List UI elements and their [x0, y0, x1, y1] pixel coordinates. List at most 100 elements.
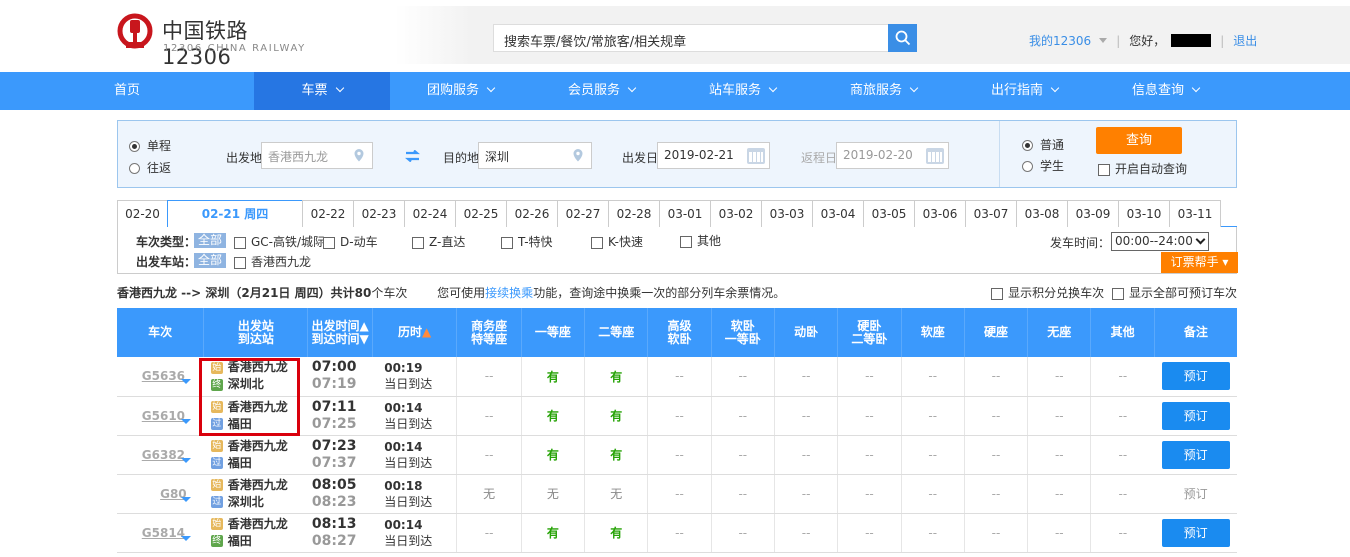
train-number[interactable]: G6382	[142, 448, 185, 462]
seat-hard-cell[interactable]: --	[837, 396, 902, 436]
swap-icon[interactable]	[405, 150, 420, 162]
date-tab[interactable]: 03-08	[1016, 200, 1068, 227]
nav-info[interactable]: 信息查询	[1095, 72, 1236, 110]
type-z-checkbox[interactable]: Z-直达	[412, 233, 465, 250]
seat-first-cell[interactable]: 有	[520, 435, 585, 475]
nav-home[interactable]: 首页	[0, 72, 254, 110]
seat-hardseat-cell[interactable]: --	[963, 357, 1028, 397]
col-duration[interactable]: 历时▲	[372, 308, 458, 357]
seat-hard-cell[interactable]: --	[837, 474, 902, 514]
nav-tickets[interactable]: 车票	[254, 72, 390, 110]
site-search-input[interactable]: 搜索车票/餐饮/常旅客/相关规章	[493, 24, 889, 52]
nav-member[interactable]: 会员服务	[531, 72, 672, 110]
book-button[interactable]: 预订	[1161, 362, 1230, 391]
seat-second-cell[interactable]: 有	[584, 396, 648, 436]
calendar-icon[interactable]	[747, 148, 765, 164]
book-button[interactable]: 预订	[1161, 440, 1230, 469]
seat-move-cell[interactable]: --	[773, 357, 838, 397]
seat-noseat-cell[interactable]: --	[1027, 474, 1091, 514]
nav-group[interactable]: 团购服务	[390, 72, 531, 110]
seat-move-cell[interactable]: --	[773, 396, 838, 436]
seat-biz-cell[interactable]: --	[456, 357, 522, 397]
train-number-cell[interactable]: G5636	[117, 357, 204, 397]
calendar-icon[interactable]	[926, 148, 944, 164]
seat-adv-cell[interactable]: --	[647, 357, 712, 397]
nav-station[interactable]: 站车服务	[672, 72, 813, 110]
date-tab[interactable]: 02-26	[506, 200, 558, 227]
seat-other-cell[interactable]: --	[1090, 474, 1155, 514]
seat-first-cell[interactable]: 有	[520, 396, 585, 436]
caret-down-icon[interactable]	[181, 379, 191, 384]
seat-hardseat-cell[interactable]: --	[963, 474, 1028, 514]
seat-soft-cell[interactable]: --	[710, 357, 775, 397]
seat-first-cell[interactable]: 有	[520, 357, 585, 397]
seat-hardseat-cell[interactable]: --	[963, 435, 1028, 475]
date-input[interactable]: 2019-02-21	[657, 142, 770, 169]
col-times[interactable]: 出发时间▲ 到达时间▼	[307, 308, 373, 357]
seat-hardseat-cell[interactable]: --	[963, 513, 1028, 553]
seat-other-cell[interactable]: --	[1090, 396, 1155, 436]
station-all[interactable]: 全部	[194, 253, 227, 268]
date-tab[interactable]: 03-04	[812, 200, 864, 227]
seat-first-cell[interactable]: 有	[520, 513, 585, 553]
points-checkbox[interactable]: 显示积分兑换车次	[991, 286, 1104, 300]
time-select[interactable]: 00:00--24:00	[1111, 232, 1209, 251]
train-number-cell[interactable]: G6382	[117, 435, 204, 475]
to-station[interactable]: 福田	[228, 456, 252, 470]
seat-noseat-cell[interactable]: --	[1027, 513, 1091, 553]
book-button[interactable]: 预订	[1161, 401, 1230, 430]
seat-biz-cell[interactable]: --	[456, 435, 522, 475]
seat-biz-cell[interactable]: --	[456, 513, 522, 553]
type-k-checkbox[interactable]: K-快速	[591, 233, 643, 250]
seat-other-cell[interactable]: --	[1090, 357, 1155, 397]
from-station[interactable]: 香港西九龙	[228, 517, 288, 531]
date-tab[interactable]: 03-10	[1118, 200, 1170, 227]
seat-move-cell[interactable]: --	[773, 474, 838, 514]
seat-hard-cell[interactable]: --	[837, 357, 902, 397]
to-station[interactable]: 深圳北	[228, 495, 264, 509]
seat-noseat-cell[interactable]: --	[1027, 357, 1091, 397]
train-number-cell[interactable]: G5814	[117, 513, 204, 553]
date-tab[interactable]: 02-28	[608, 200, 660, 227]
seat-hard-cell[interactable]: --	[837, 435, 902, 475]
date-tab[interactable]: 03-11	[1169, 200, 1221, 227]
seat-hard-cell[interactable]: --	[837, 513, 902, 553]
train-number-cell[interactable]: G5610	[117, 396, 204, 436]
logout-link[interactable]: 退出	[1233, 32, 1257, 49]
date-tab[interactable]: 03-06	[914, 200, 966, 227]
seat-noseat-cell[interactable]: --	[1027, 435, 1091, 475]
seat-second-cell[interactable]: 有	[584, 513, 648, 553]
date-tab[interactable]: 02-22	[302, 200, 354, 227]
nav-guide[interactable]: 出行指南	[954, 72, 1095, 110]
seat-adv-cell[interactable]: --	[647, 474, 712, 514]
seat-biz-cell[interactable]: --	[456, 396, 522, 436]
seat-other-cell[interactable]: --	[1090, 513, 1155, 553]
caret-down-icon[interactable]	[181, 496, 191, 502]
seat-softseat-cell[interactable]: --	[900, 513, 965, 553]
type-gc-checkbox[interactable]: GC-高铁/城际	[234, 233, 325, 250]
seat-soft-cell[interactable]: --	[710, 474, 775, 514]
seat-adv-cell[interactable]: --	[647, 396, 712, 436]
type-d-checkbox[interactable]: D-动车	[323, 233, 378, 250]
date-tab[interactable]: 03-07	[965, 200, 1017, 227]
from-input[interactable]: 香港西九龙	[261, 142, 373, 169]
seat-move-cell[interactable]: --	[773, 435, 838, 475]
seat-biz-cell[interactable]: 无	[456, 474, 522, 514]
query-button[interactable]: 查询	[1096, 127, 1182, 154]
search-button[interactable]	[888, 24, 917, 52]
seat-second-cell[interactable]: 无	[584, 474, 648, 514]
date-tab[interactable]: 03-01	[659, 200, 711, 227]
seat-softseat-cell[interactable]: --	[900, 435, 965, 475]
to-input[interactable]: 深圳	[478, 142, 592, 169]
seat-noseat-cell[interactable]: --	[1027, 396, 1091, 436]
all-bookable-checkbox[interactable]: 显示全部可预订车次	[1111, 286, 1237, 300]
seat-soft-cell[interactable]: --	[710, 435, 775, 475]
from-station[interactable]: 香港西九龙	[228, 478, 288, 492]
seat-soft-cell[interactable]: --	[710, 513, 775, 553]
caret-down-icon[interactable]	[181, 535, 191, 541]
seat-move-cell[interactable]: --	[773, 513, 838, 553]
date-tab[interactable]: 03-02	[710, 200, 762, 227]
caret-down-icon[interactable]	[181, 457, 191, 463]
train-number[interactable]: G5636	[142, 369, 185, 383]
one-way-radio[interactable]: 单程	[129, 137, 171, 154]
